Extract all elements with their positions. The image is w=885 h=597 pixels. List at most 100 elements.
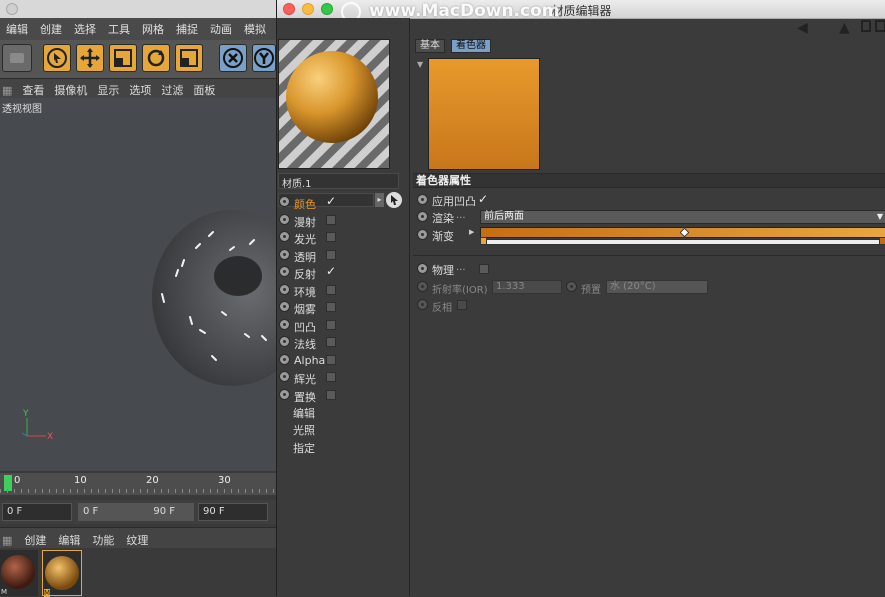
x-axis-lock-icon[interactable] xyxy=(219,44,247,72)
channel-row[interactable]: 置换 xyxy=(278,387,340,404)
material-thumb-orange[interactable]: M xyxy=(42,550,82,597)
viewport-menu-options[interactable]: 选项 xyxy=(124,79,156,98)
menu-animate[interactable]: 动画 xyxy=(204,18,238,37)
channel-checkbox[interactable] xyxy=(326,232,336,242)
window-close-dim-icon[interactable] xyxy=(6,3,18,15)
viewport-menu-display[interactable]: 显示 xyxy=(92,79,124,98)
current-frame-field[interactable]: 0 F xyxy=(2,503,72,521)
expand-triangle-icon[interactable]: ▶ xyxy=(469,228,474,236)
invert-checkbox[interactable] xyxy=(457,300,467,310)
scale-icon[interactable] xyxy=(109,44,137,72)
checkmark-icon[interactable]: ✓ xyxy=(478,192,488,206)
recent-tool-icon[interactable] xyxy=(175,44,203,72)
menu-mesh[interactable]: 网格 xyxy=(136,18,170,37)
channel-checkbox[interactable] xyxy=(326,302,336,312)
channel-row[interactable]: 透明 xyxy=(278,247,340,264)
menu-create[interactable]: 创建 xyxy=(34,18,68,37)
tab-shader[interactable]: 着色器 xyxy=(451,39,491,53)
channel-checkbox[interactable] xyxy=(326,390,336,400)
animate-radio-icon[interactable] xyxy=(417,299,428,310)
animate-radio-icon[interactable] xyxy=(279,249,290,260)
gradient-bar[interactable] xyxy=(480,227,885,238)
mat-menu-edit[interactable]: 编辑 xyxy=(52,528,86,548)
channel-row[interactable]: 环境 xyxy=(278,282,340,299)
menu-tools[interactable]: 工具 xyxy=(102,18,136,37)
channel-checkbox[interactable] xyxy=(326,285,336,295)
channel-checkbox[interactable] xyxy=(326,372,336,382)
animate-radio-icon[interactable] xyxy=(279,371,290,382)
channel-row[interactable]: 凹凸 xyxy=(278,317,340,334)
perspective-viewport[interactable]: 透视视图 Y X xyxy=(0,98,276,471)
live-select-icon[interactable] xyxy=(43,44,71,72)
gradient-knot-track[interactable] xyxy=(480,237,885,245)
mat-menu-function[interactable]: 功能 xyxy=(86,528,120,548)
render-dropdown[interactable]: 前后两面 ▼ xyxy=(480,210,885,224)
animate-radio-icon[interactable] xyxy=(566,281,577,292)
timeline-ruler[interactable]: 0 10 20 30 xyxy=(0,473,276,495)
viewport-menu-view[interactable]: 查看 xyxy=(17,79,49,98)
channel-row[interactable]: 法线 xyxy=(278,334,340,351)
tab-basic[interactable]: 基本 xyxy=(415,39,445,53)
channel-checkbox[interactable] xyxy=(326,355,336,365)
move-icon[interactable] xyxy=(76,44,104,72)
channel-row[interactable]: Alpha xyxy=(278,352,340,369)
back-arrow-icon[interactable]: ◀ xyxy=(797,20,808,36)
animate-radio-icon[interactable] xyxy=(279,336,290,347)
pointer-pick-icon[interactable] xyxy=(386,192,402,208)
new-window-icon[interactable] xyxy=(875,20,885,32)
arrow-right-icon[interactable]: ▸ xyxy=(375,193,384,207)
collapse-triangle-icon[interactable]: ▼ xyxy=(417,60,423,69)
y-axis-lock-icon[interactable] xyxy=(252,44,276,72)
animate-radio-icon[interactable] xyxy=(279,231,290,242)
channel-checkbox[interactable] xyxy=(326,320,336,330)
grip-icon[interactable]: ▦ xyxy=(0,530,18,547)
gradient-knot-end[interactable] xyxy=(879,237,885,245)
menu-snap[interactable]: 捕捉 xyxy=(170,18,204,37)
channel-row[interactable]: 烟雾 xyxy=(278,299,340,316)
channel-row[interactable]: 颜色 ✓ xyxy=(278,194,340,211)
animate-radio-icon[interactable] xyxy=(279,214,290,225)
lock-icon[interactable] xyxy=(861,20,871,32)
menu-edit[interactable]: 编辑 xyxy=(0,18,34,37)
channel-row[interactable]: 辉光 xyxy=(278,369,340,386)
channel-extra-edit[interactable]: 编辑 xyxy=(293,405,315,421)
channel-checkbox[interactable] xyxy=(326,337,336,347)
material-thumb-brown[interactable]: M xyxy=(0,550,38,596)
animate-radio-icon[interactable] xyxy=(417,263,428,274)
channel-row[interactable]: 反射 ✓ xyxy=(278,264,340,281)
undo-icon[interactable] xyxy=(2,44,32,72)
animate-radio-icon[interactable] xyxy=(279,319,290,330)
grip-icon[interactable]: ▦ xyxy=(0,81,17,97)
material-preview[interactable] xyxy=(278,39,390,169)
viewport-menu-panel[interactable]: 面板 xyxy=(188,79,220,98)
menu-select[interactable]: 选择 xyxy=(68,18,102,37)
animate-radio-icon[interactable] xyxy=(417,281,428,292)
viewport-menu-filter[interactable]: 过滤 xyxy=(156,79,188,98)
channel-checkbox[interactable] xyxy=(326,250,336,260)
channel-checkbox[interactable]: ✓ xyxy=(326,195,336,207)
end-frame-field[interactable]: 90 F xyxy=(198,503,268,521)
animate-radio-icon[interactable] xyxy=(417,194,428,205)
material-name-field[interactable]: 材质.1 xyxy=(278,173,399,190)
animate-radio-icon[interactable] xyxy=(279,354,290,365)
animate-radio-icon[interactable] xyxy=(279,301,290,312)
frame-range-slider[interactable]: 0 F 90 F xyxy=(78,503,194,521)
ior-field[interactable]: 1.333 xyxy=(492,280,562,294)
animate-radio-icon[interactable] xyxy=(279,196,290,207)
channel-row[interactable]: 漫射 xyxy=(278,212,340,229)
mat-menu-texture[interactable]: 纹理 xyxy=(120,528,154,548)
channel-extra-illumination[interactable]: 光照 xyxy=(293,422,315,438)
gradient-interpolation-knot[interactable] xyxy=(679,227,690,238)
animate-radio-icon[interactable] xyxy=(279,266,290,277)
channel-checkbox[interactable]: ✓ xyxy=(326,265,336,277)
preset-dropdown[interactable]: 水 (20°C) xyxy=(606,280,708,294)
animate-radio-icon[interactable] xyxy=(417,229,428,240)
mat-menu-create[interactable]: 创建 xyxy=(18,528,52,548)
color-swatch[interactable] xyxy=(428,58,540,170)
channel-extra-assign[interactable]: 指定 xyxy=(293,440,315,456)
animate-radio-icon[interactable] xyxy=(279,389,290,400)
gradient-knot-start[interactable] xyxy=(480,237,487,245)
animate-radio-icon[interactable] xyxy=(417,211,428,222)
up-arrow-icon[interactable]: ▲ xyxy=(839,20,850,36)
menu-simulate[interactable]: 模拟 xyxy=(238,18,272,37)
